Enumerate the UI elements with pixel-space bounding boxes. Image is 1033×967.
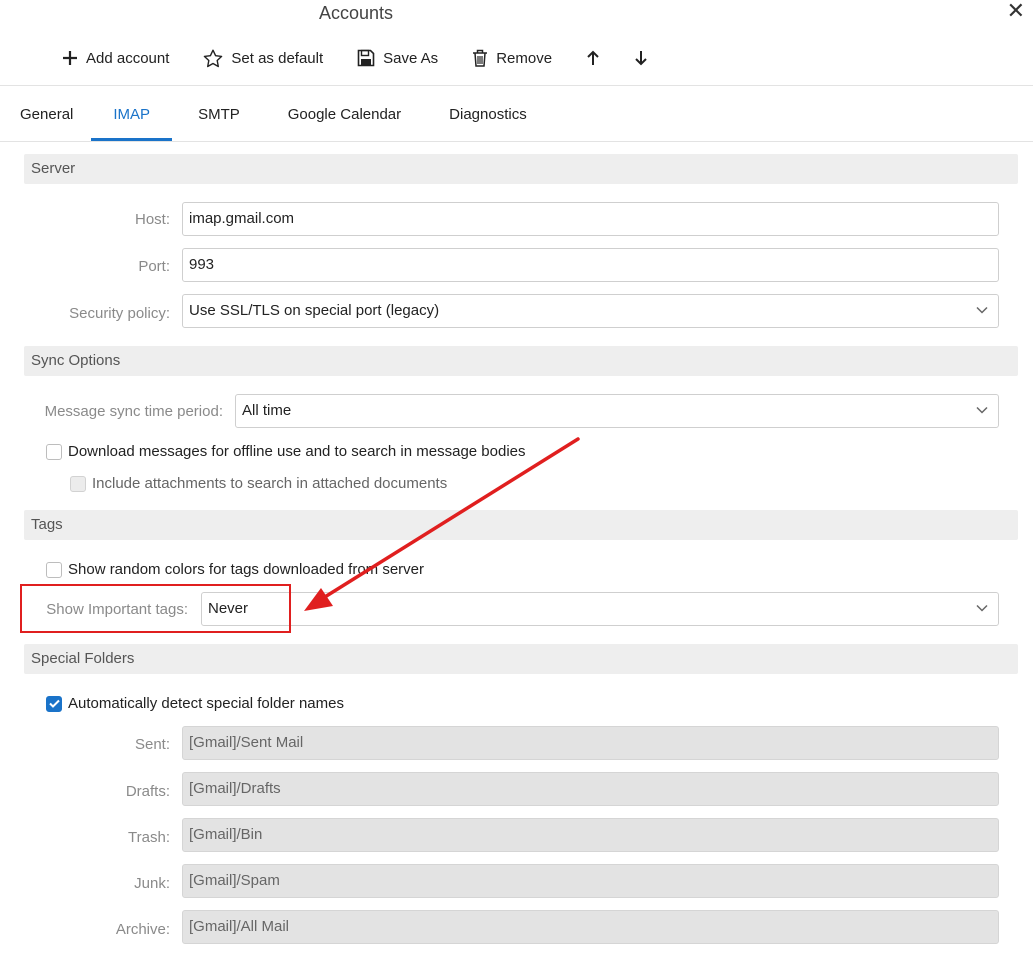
offline-download-label: Download messages for offline use and to… xyxy=(68,443,526,460)
remove-button[interactable]: Remove xyxy=(472,49,552,67)
save-as-label: Save As xyxy=(383,49,439,67)
section-sync-options: Sync Options xyxy=(24,346,1018,376)
auto-detect-label: Automatically detect special folder name… xyxy=(68,695,344,712)
sync-period-value: All time xyxy=(242,402,292,419)
include-attachments-label: Include attachments to search in attache… xyxy=(92,475,448,492)
auto-detect-checkbox[interactable] xyxy=(46,695,62,712)
star-icon xyxy=(204,49,223,67)
random-colors-label: Show random colors for tags downloaded f… xyxy=(68,561,425,578)
chevron-down-icon xyxy=(976,406,988,414)
close-icon[interactable]: ✕ xyxy=(1007,0,1025,22)
section-server: Server xyxy=(24,154,1018,184)
trash-icon xyxy=(473,49,488,67)
section-special-folders: Special Folders xyxy=(24,644,1018,674)
sent-folder-input[interactable]: [Gmail]/Sent Mail xyxy=(182,726,999,760)
toolbar: Add account Set as default Save As Remov… xyxy=(62,44,682,72)
junk-folder-input[interactable]: [Gmail]/Spam xyxy=(182,864,999,898)
archive-label: Archive: xyxy=(115,921,170,938)
add-account-button[interactable]: Add account xyxy=(62,50,169,67)
offline-download-checkbox[interactable] xyxy=(46,443,62,460)
random-colors-checkbox[interactable] xyxy=(46,561,62,578)
offline-download-checkbox-row[interactable]: Download messages for offline use and to… xyxy=(46,443,526,460)
sync-period-select[interactable]: All time xyxy=(235,394,999,428)
tabs-divider xyxy=(0,141,1033,142)
checkmark-icon xyxy=(48,699,60,708)
set-default-button[interactable]: Set as default xyxy=(203,49,323,68)
set-default-label: Set as default xyxy=(231,49,324,67)
move-up-button[interactable] xyxy=(586,50,600,66)
sent-label: Sent: xyxy=(134,736,170,753)
drafts-label: Drafts: xyxy=(125,783,170,800)
auto-detect-checkbox-row[interactable]: Automatically detect special folder name… xyxy=(46,695,344,712)
include-attachments-checkbox-row[interactable]: Include attachments to search in attache… xyxy=(70,475,447,492)
port-input[interactable]: 993 xyxy=(182,248,999,282)
archive-folder-input[interactable]: [Gmail]/All Mail xyxy=(182,910,999,944)
security-policy-label: Security policy: xyxy=(69,305,170,322)
tab-smtp[interactable]: SMTP xyxy=(172,88,264,141)
trash-label: Trash: xyxy=(128,829,170,846)
host-label: Host: xyxy=(134,211,170,228)
random-colors-checkbox-row[interactable]: Show random colors for tags downloaded f… xyxy=(46,561,424,578)
drafts-folder-input[interactable]: [Gmail]/Drafts xyxy=(182,772,999,806)
section-tags: Tags xyxy=(24,510,1018,540)
tab-general[interactable]: General xyxy=(0,88,91,141)
tab-google-calendar[interactable]: Google Calendar xyxy=(264,88,425,141)
move-down-button[interactable] xyxy=(634,50,648,66)
security-policy-select[interactable]: Use SSL/TLS on special port (legacy) xyxy=(182,294,999,328)
tab-imap[interactable]: IMAP xyxy=(91,88,172,141)
tab-bar: General IMAP SMTP Google Calendar Diagno… xyxy=(0,88,547,141)
arrow-up-icon xyxy=(587,50,599,65)
tab-diagnostics[interactable]: Diagnostics xyxy=(425,88,547,141)
arrow-down-icon xyxy=(635,51,647,66)
include-attachments-checkbox[interactable] xyxy=(70,475,86,492)
port-label: Port: xyxy=(138,258,170,275)
trash-folder-input[interactable]: [Gmail]/Bin xyxy=(182,818,999,852)
remove-label: Remove xyxy=(496,49,553,67)
chevron-down-icon xyxy=(976,604,988,612)
important-tags-select[interactable]: Never xyxy=(201,592,999,626)
window-title: Accounts xyxy=(318,3,394,23)
host-input[interactable]: imap.gmail.com xyxy=(182,202,999,236)
sync-period-label: Message sync time period: xyxy=(44,403,223,420)
chevron-down-icon xyxy=(976,306,988,314)
plus-icon xyxy=(63,51,77,65)
toolbar-divider xyxy=(0,85,1033,86)
security-policy-value: Use SSL/TLS on special port (legacy) xyxy=(189,302,440,319)
junk-label: Junk: xyxy=(134,875,170,892)
annotation-highlight-box xyxy=(20,584,291,633)
save-as-button[interactable]: Save As xyxy=(357,49,438,67)
floppy-disk-icon xyxy=(357,49,375,67)
add-account-label: Add account xyxy=(86,49,170,67)
